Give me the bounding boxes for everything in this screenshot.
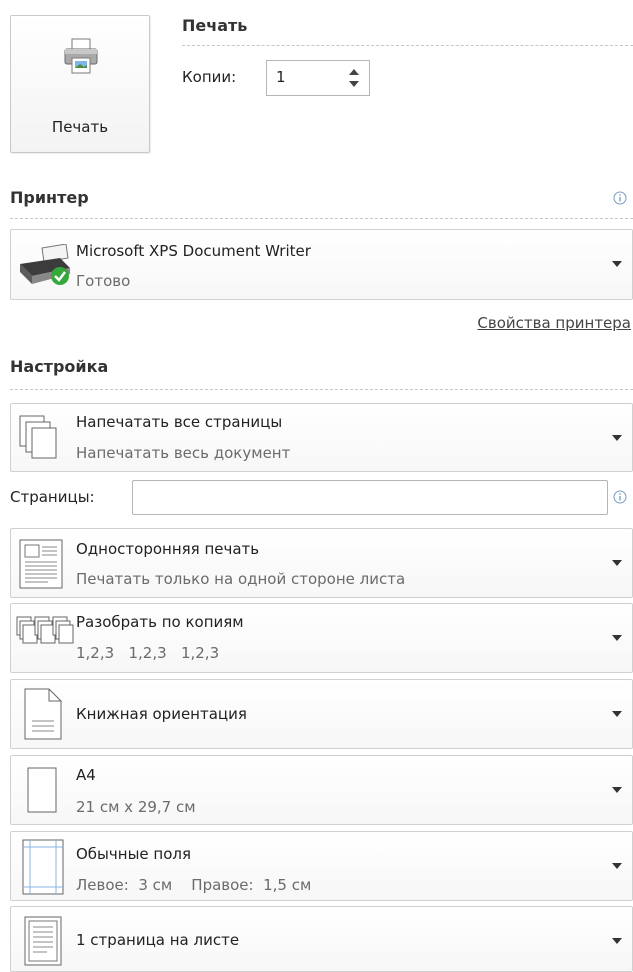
printer-section-title: Принтер	[10, 188, 89, 207]
chevron-down-icon	[612, 435, 622, 441]
option-title: Книжная ориентация	[76, 705, 247, 723]
single-sided-icon	[19, 539, 63, 589]
printer-icon	[64, 38, 98, 74]
printer-properties-link[interactable]: Свойства принтера	[477, 314, 631, 332]
option-title: A4	[76, 766, 96, 784]
option-title: Напечатать все страницы	[76, 413, 283, 431]
copies-value[interactable]: 1	[276, 68, 286, 86]
margins-dropdown[interactable]: Обычные поля Левое: 3 см Правое: 1,5 см	[10, 831, 633, 901]
pages-label: Страницы:	[10, 488, 95, 506]
portrait-orientation-icon	[24, 688, 62, 740]
option-title: Обычные поля	[76, 845, 192, 863]
info-icon[interactable]	[613, 490, 627, 504]
copies-label: Копии:	[182, 68, 237, 86]
pages-per-sheet-icon	[24, 916, 62, 966]
print-section-title: Печать	[182, 16, 248, 35]
divider	[182, 45, 633, 46]
spinner-arrows-icon[interactable]	[348, 65, 360, 91]
pages-stack-icon	[19, 415, 57, 459]
chevron-down-icon	[612, 560, 622, 566]
option-subtitle: 1,2,3 1,2,3 1,2,3	[76, 644, 220, 662]
option-subtitle: Напечатать весь документ	[76, 444, 291, 462]
settings-section-title: Настройка	[10, 357, 109, 376]
pages-input[interactable]	[132, 480, 608, 515]
chevron-down-icon	[612, 787, 622, 793]
option-subtitle: 21 см x 29,7 см	[76, 798, 196, 816]
info-icon[interactable]	[613, 191, 627, 205]
paper-size-icon	[27, 767, 57, 813]
option-subtitle: Левое: 3 см Правое: 1,5 см	[76, 876, 312, 894]
divider	[10, 389, 633, 390]
option-title: Разобрать по копиям	[76, 613, 244, 631]
chevron-down-icon	[612, 863, 622, 869]
chevron-down-icon	[612, 261, 622, 267]
print-button[interactable]: Печать	[10, 15, 150, 153]
paper-size-dropdown[interactable]: A4 21 см x 29,7 см	[10, 755, 633, 825]
copies-stepper[interactable]: 1	[266, 60, 370, 96]
chevron-down-icon	[612, 938, 622, 944]
orientation-dropdown[interactable]: Книжная ориентация	[10, 679, 633, 749]
divider	[10, 218, 633, 219]
collate-icon	[16, 616, 74, 644]
print-button-label: Печать	[51, 118, 109, 136]
option-title: Односторонняя печать	[76, 540, 260, 558]
margins-icon	[22, 839, 64, 895]
printer-device-icon	[20, 244, 70, 285]
pages-per-sheet-dropdown[interactable]: 1 страница на листе	[10, 906, 633, 972]
printer-name: Microsoft XPS Document Writer	[76, 242, 311, 260]
print-range-dropdown[interactable]: Напечатать все страницы Напечатать весь …	[10, 403, 633, 472]
chevron-down-icon	[612, 635, 622, 641]
option-title: 1 страница на листе	[76, 931, 240, 949]
option-subtitle: Печатать только на одной стороне листа	[76, 570, 406, 588]
collate-dropdown[interactable]: Разобрать по копиям 1,2,3 1,2,3 1,2,3	[10, 603, 633, 673]
printer-dropdown[interactable]: Microsoft XPS Document Writer Готово	[10, 229, 633, 300]
chevron-down-icon	[612, 711, 622, 717]
printer-status: Готово	[76, 272, 131, 290]
duplex-dropdown[interactable]: Односторонняя печать Печатать только на …	[10, 528, 633, 598]
